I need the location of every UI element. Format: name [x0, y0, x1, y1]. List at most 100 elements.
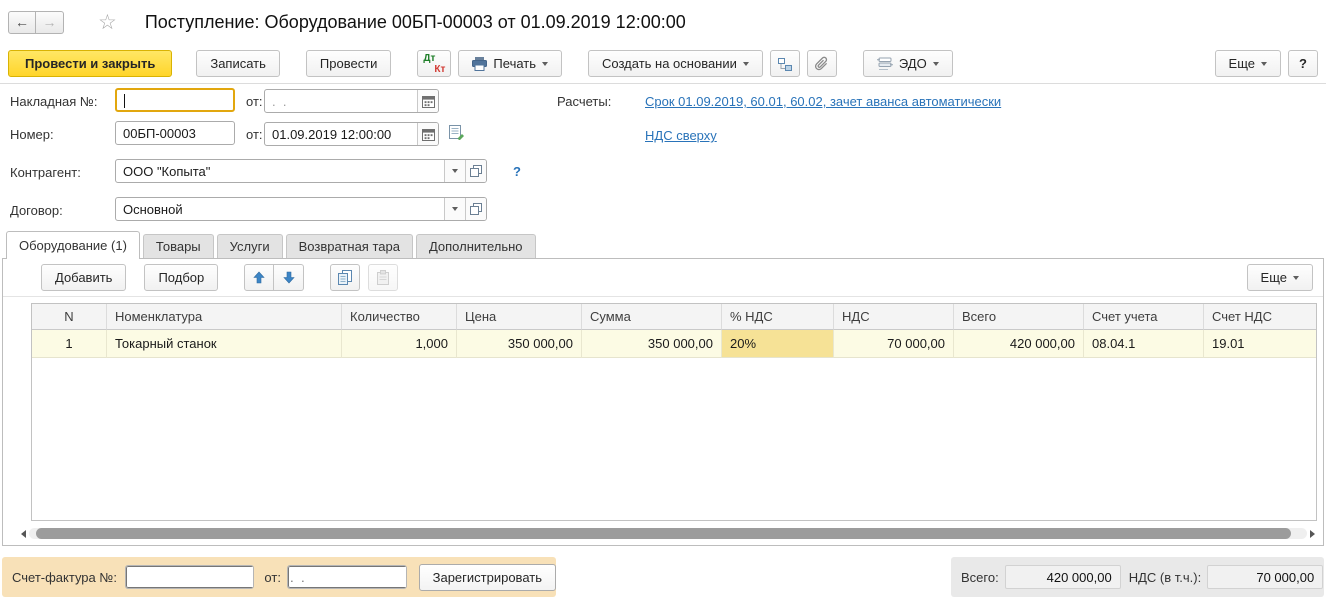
back-icon: ←: [15, 14, 29, 30]
print-button[interactable]: Печать: [458, 50, 562, 77]
tab-additional[interactable]: Дополнительно: [416, 234, 536, 258]
column-header-total: Всего: [954, 304, 1084, 330]
number-input[interactable]: [116, 122, 234, 144]
tab-services[interactable]: Услуги: [217, 234, 283, 258]
horizontal-scrollbar: [21, 527, 1315, 540]
save-button[interactable]: Записать: [196, 50, 280, 77]
contract-open-button[interactable]: [465, 198, 486, 220]
tab-equipment[interactable]: Оборудование (1): [6, 231, 140, 259]
counterparty-combo: [115, 159, 487, 183]
text-cursor: [124, 94, 125, 108]
related-documents-icon: [777, 56, 793, 72]
settlements-link[interactable]: Срок 01.09.2019, 60.01, 60.02, зачет ава…: [645, 94, 1001, 109]
counterparty-help-icon[interactable]: ?: [513, 164, 521, 179]
scrollbar-thumb[interactable]: [36, 528, 1291, 539]
calendar-button[interactable]: [417, 90, 438, 112]
invoice-number-input[interactable]: [126, 566, 254, 588]
more-label: Еще: [1229, 56, 1255, 71]
chevron-down-icon: [1293, 276, 1299, 280]
arrow-up-icon: [253, 271, 265, 284]
waybill-number-field-wrap: [115, 88, 235, 112]
post-button[interactable]: Провести: [306, 50, 392, 77]
print-label: Печать: [493, 56, 536, 71]
date-input[interactable]: [265, 123, 417, 145]
column-header-quantity: Количество: [342, 304, 457, 330]
column-header-vat-account: Счет НДС: [1204, 304, 1316, 330]
tab-bar: Оборудование (1) Товары Услуги Возвратна…: [2, 230, 1324, 258]
cell-vat[interactable]: 70 000,00: [834, 330, 954, 358]
scrollbar-track[interactable]: [29, 528, 1307, 539]
paste-row-button[interactable]: [368, 264, 398, 291]
open-icon: [470, 165, 482, 177]
back-button[interactable]: ←: [8, 11, 36, 34]
column-header-vat-rate: % НДС: [722, 304, 834, 330]
cell-price[interactable]: 350 000,00: [457, 330, 582, 358]
move-row-down-button[interactable]: [274, 264, 304, 291]
chevron-down-icon: [1261, 62, 1267, 66]
invoice-date-input[interactable]: [288, 566, 407, 588]
grid-more-button[interactable]: Еще: [1247, 264, 1313, 291]
move-row-group: [244, 264, 304, 291]
contract-dropdown-button[interactable]: [444, 198, 465, 220]
cell-total[interactable]: 420 000,00: [954, 330, 1084, 358]
waybill-date-field: [264, 89, 439, 113]
scroll-right-arrow[interactable]: [1310, 530, 1315, 538]
table-row[interactable]: 1 Токарный станок 1,000 350 000,00 350 0…: [32, 330, 1316, 358]
contract-label: Договор:: [10, 203, 63, 218]
tab-returnable-packaging[interactable]: Возвратная тара: [286, 234, 413, 258]
receipt-document-window: ← → ☆ Поступление: Оборудование 00БП-000…: [0, 0, 1326, 597]
copy-row-button[interactable]: [330, 264, 360, 291]
pick-button[interactable]: Подбор: [144, 264, 218, 291]
scroll-left-arrow[interactable]: [21, 530, 26, 538]
waybill-number-label: Накладная №:: [10, 94, 97, 109]
counterparty-dropdown-button[interactable]: [444, 160, 465, 182]
date-from-label: от:: [246, 127, 263, 142]
invoice-date-from-label: от:: [264, 570, 281, 585]
favorite-star-icon[interactable]: ☆: [98, 12, 117, 33]
dtkt-postings-button[interactable]: ДтКт: [417, 50, 451, 77]
column-header-nomenclature: Номенклатура: [107, 304, 342, 330]
register-invoice-button[interactable]: Зарегистрировать: [419, 564, 556, 591]
column-header-account: Счет учета: [1084, 304, 1204, 330]
counterparty-open-button[interactable]: [465, 160, 486, 182]
attachments-button[interactable]: [807, 50, 837, 77]
cell-n[interactable]: 1: [32, 330, 107, 358]
forward-button[interactable]: →: [36, 11, 64, 34]
counterparty-label: Контрагент:: [10, 165, 81, 180]
total-value: 420 000,00: [1005, 565, 1121, 589]
cell-amount[interactable]: 350 000,00: [582, 330, 722, 358]
waybill-number-input[interactable]: [117, 90, 233, 110]
grid-header-row: N Номенклатура Количество Цена Сумма % Н…: [32, 304, 1316, 330]
help-button[interactable]: ?: [1288, 50, 1318, 77]
related-documents-button[interactable]: [770, 50, 800, 77]
cell-vat-account[interactable]: 19.01: [1204, 330, 1316, 358]
tab-goods[interactable]: Товары: [143, 234, 214, 258]
invoice-number-field: [125, 565, 254, 589]
cell-quantity[interactable]: 1,000: [342, 330, 457, 358]
paste-icon: [376, 270, 390, 285]
invoice-number-label: Счет-фактура №:: [12, 570, 117, 585]
post-and-close-button[interactable]: Провести и закрыть: [8, 50, 172, 77]
calendar-button[interactable]: [417, 123, 438, 145]
cell-account[interactable]: 08.04.1: [1084, 330, 1204, 358]
invoice-date-field: [287, 565, 407, 589]
cell-vat-rate[interactable]: 20%: [722, 330, 834, 358]
totals-panel: Всего: 420 000,00 НДС (в т.ч.): 70 000,0…: [951, 557, 1324, 597]
cell-nomenclature[interactable]: Токарный станок: [107, 330, 342, 358]
counterparty-input[interactable]: [116, 160, 444, 182]
chevron-down-icon: [542, 62, 548, 66]
create-based-on-button[interactable]: Создать на основании: [588, 50, 763, 77]
edo-button[interactable]: ЭДО: [863, 50, 953, 77]
waybill-date-input[interactable]: [265, 90, 417, 112]
column-header-n: N: [32, 304, 107, 330]
arrow-down-icon: [283, 271, 295, 284]
contract-input[interactable]: [116, 198, 444, 220]
move-row-up-button[interactable]: [244, 264, 274, 291]
more-button[interactable]: Еще: [1215, 50, 1281, 77]
vat-mode-link[interactable]: НДС сверху: [645, 128, 717, 143]
open-icon: [470, 203, 482, 215]
set-time-icon[interactable]: [449, 125, 465, 140]
column-header-vat: НДС: [834, 304, 954, 330]
add-row-button[interactable]: Добавить: [41, 264, 126, 291]
number-field: [115, 121, 235, 145]
